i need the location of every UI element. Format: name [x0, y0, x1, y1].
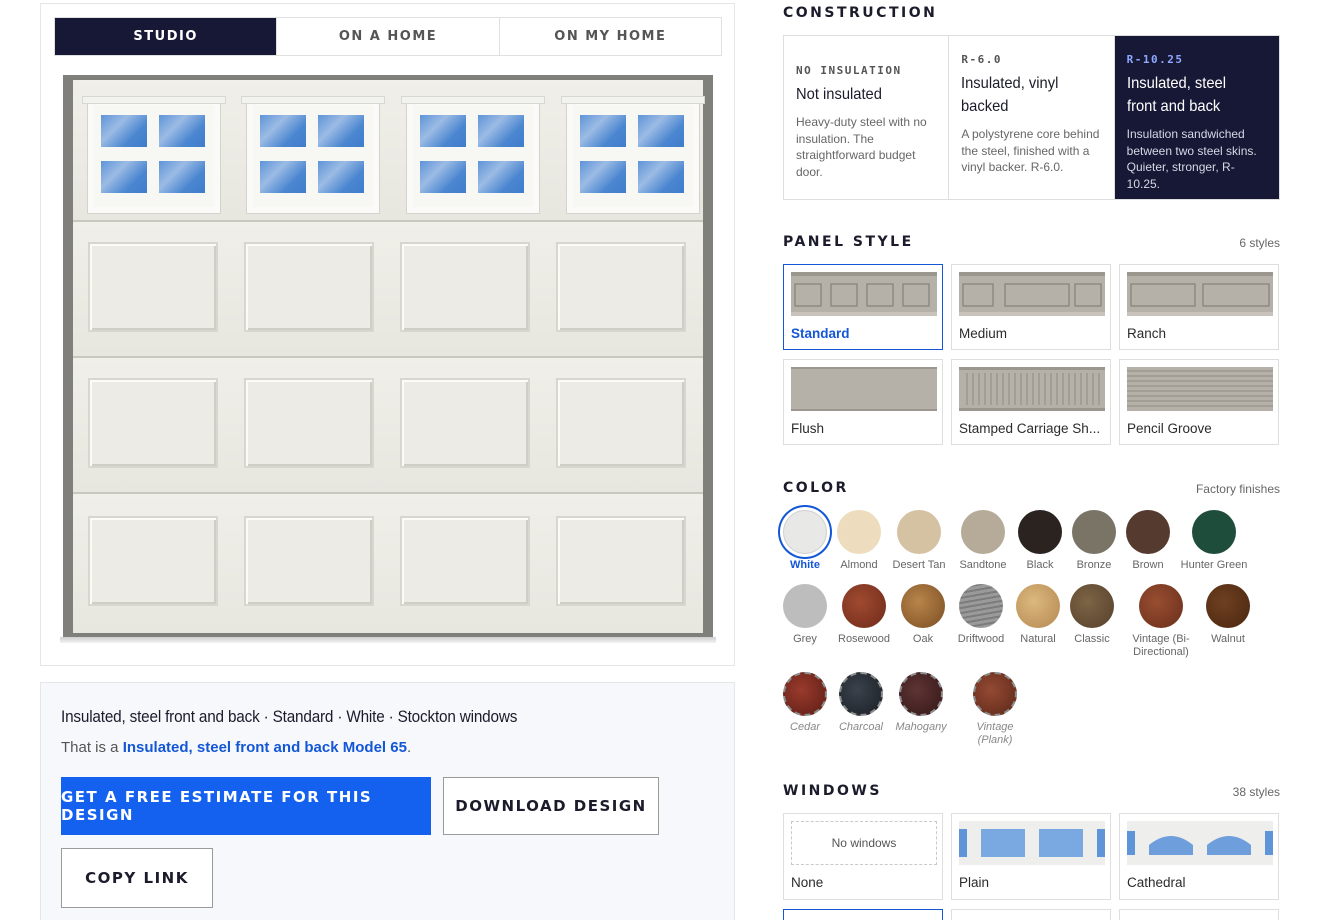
- door-window: [561, 96, 705, 214]
- windows-heading: WINDOWS: [783, 783, 882, 799]
- no-windows-swatch: No windows: [791, 821, 937, 865]
- tab-on-a-home[interactable]: ON A HOME: [277, 18, 500, 55]
- construction-heading: CONSTRUCTION: [783, 5, 938, 21]
- door-section: [73, 358, 703, 494]
- color-rosewood[interactable]: Rosewood: [832, 584, 896, 646]
- panel-standard-swatch: [791, 272, 937, 316]
- color-cedar-dot: [783, 672, 827, 716]
- door-section-windows: [73, 80, 705, 222]
- panel-option-medium[interactable]: Medium: [951, 264, 1111, 350]
- color-driftwood[interactable]: Driftwood: [949, 584, 1013, 646]
- window-option-stockton[interactable]: [783, 909, 943, 920]
- color-walnut[interactable]: Walnut: [1196, 584, 1260, 646]
- color-charcoal-dot: [839, 672, 883, 716]
- window-option[interactable]: [951, 909, 1111, 920]
- color-meta: Factory finishes: [1195, 482, 1280, 496]
- color-desert-tan[interactable]: Desert Tan: [887, 510, 951, 572]
- door-section: [73, 494, 703, 633]
- color-black-dot: [1018, 510, 1062, 554]
- color-brown[interactable]: Brown: [1116, 510, 1180, 572]
- panel-style-count: 6 styles: [1239, 236, 1280, 250]
- panel-flush-swatch: [791, 367, 937, 411]
- color-cedar[interactable]: Cedar: [773, 672, 837, 734]
- design-summary-card: Insulated, steel front and back · Standa…: [40, 682, 735, 920]
- door-window: [82, 96, 226, 214]
- door-preview: [63, 75, 713, 639]
- door-window: [401, 96, 545, 214]
- color-oak[interactable]: Oak: [891, 584, 955, 646]
- panel-ranch-swatch: [1127, 272, 1273, 316]
- panel-groove-swatch: [1127, 367, 1273, 411]
- color-mahogany-dot: [899, 672, 943, 716]
- color-almond[interactable]: Almond: [827, 510, 891, 572]
- studio-card: STUDIO ON A HOME ON MY HOME: [40, 3, 735, 666]
- tab-on-my-home[interactable]: ON MY HOME: [500, 18, 721, 55]
- color-vintage-plank[interactable]: Vintage (Plank): [963, 672, 1027, 747]
- windows-count: 38 styles: [1232, 785, 1280, 799]
- panel-carriage-swatch: [959, 367, 1105, 411]
- panel-option-pencil-groove[interactable]: Pencil Groove: [1119, 359, 1279, 445]
- color-classic-dot: [1070, 584, 1114, 628]
- get-estimate-button[interactable]: GET A FREE ESTIMATE FOR THIS DESIGN: [61, 777, 431, 835]
- color-vintage-bi-dot: [1139, 584, 1183, 628]
- garage-door-image: [73, 80, 705, 633]
- copy-link-button[interactable]: COPY LINK: [61, 848, 213, 908]
- cathedral-window-swatch: [1127, 821, 1273, 865]
- color-sandtone-dot: [961, 510, 1005, 554]
- color-vintage-bi-directional[interactable]: Vintage (Bi-Directional): [1128, 584, 1194, 659]
- panel-option-standard[interactable]: Standard: [783, 264, 943, 350]
- color-white-dot: [783, 510, 827, 554]
- construction-options: NO INSULATION Not insulated Heavy-duty s…: [783, 35, 1280, 200]
- door-section: [73, 222, 703, 358]
- color-driftwood-dot: [959, 584, 1003, 628]
- color-classic[interactable]: Classic: [1060, 584, 1124, 646]
- panel-option-flush[interactable]: Flush: [783, 359, 943, 445]
- panel-option-ranch[interactable]: Ranch: [1119, 264, 1279, 350]
- color-grey-dot: [783, 584, 827, 628]
- color-almond-dot: [837, 510, 881, 554]
- color-sandtone[interactable]: Sandtone: [951, 510, 1015, 572]
- design-summary-title: Insulated, steel front and back · Standa…: [61, 707, 518, 726]
- window-option-cathedral[interactable]: Cathedral: [1119, 813, 1279, 900]
- color-oak-dot: [901, 584, 945, 628]
- construction-option-steel-front-back[interactable]: R-10.25 Insulated, steel front and back …: [1114, 36, 1279, 199]
- color-hunter-green[interactable]: Hunter Green: [1178, 510, 1250, 572]
- window-option-none[interactable]: No windows None: [783, 813, 943, 900]
- design-summary-model: That is a Insulated, steel front and bac…: [61, 739, 412, 756]
- color-mahogany[interactable]: Mahogany: [889, 672, 953, 734]
- construction-option-not-insulated[interactable]: NO INSULATION Not insulated Heavy-duty s…: [784, 36, 950, 199]
- color-rosewood-dot: [842, 584, 886, 628]
- door-floor-shadow: [60, 637, 716, 643]
- model-link[interactable]: Insulated, steel front and back Model 65: [123, 739, 407, 756]
- color-heading: COLOR: [783, 480, 849, 496]
- door-window: [241, 96, 385, 214]
- panel-style-options: Standard Medium Ranch Flush Stamped Carr…: [783, 264, 1280, 445]
- download-design-button[interactable]: DOWNLOAD DESIGN: [443, 777, 659, 835]
- color-walnut-dot: [1206, 584, 1250, 628]
- view-tabs: STUDIO ON A HOME ON MY HOME: [54, 17, 722, 56]
- color-natural-dot: [1016, 584, 1060, 628]
- window-option[interactable]: [1119, 909, 1279, 920]
- color-grey[interactable]: Grey: [773, 584, 837, 646]
- panel-medium-swatch: [959, 272, 1105, 316]
- color-desert-tan-dot: [897, 510, 941, 554]
- window-options: No windows None Plain Cathedral: [783, 813, 1280, 920]
- color-brown-dot: [1126, 510, 1170, 554]
- color-charcoal[interactable]: Charcoal: [829, 672, 893, 734]
- color-vintage-plank-dot: [973, 672, 1017, 716]
- window-option-plain[interactable]: Plain: [951, 813, 1111, 900]
- color-hunter-green-dot: [1192, 510, 1236, 554]
- tab-studio[interactable]: STUDIO: [55, 18, 278, 55]
- panel-style-heading: PANEL STYLE: [783, 234, 914, 250]
- plain-window-swatch: [959, 821, 1105, 865]
- panel-option-stamped-carriage[interactable]: Stamped Carriage Sh...: [951, 359, 1111, 445]
- construction-option-vinyl-backed[interactable]: R-6.0 Insulated, vinyl backed A polystyr…: [949, 36, 1115, 199]
- color-bronze-dot: [1072, 510, 1116, 554]
